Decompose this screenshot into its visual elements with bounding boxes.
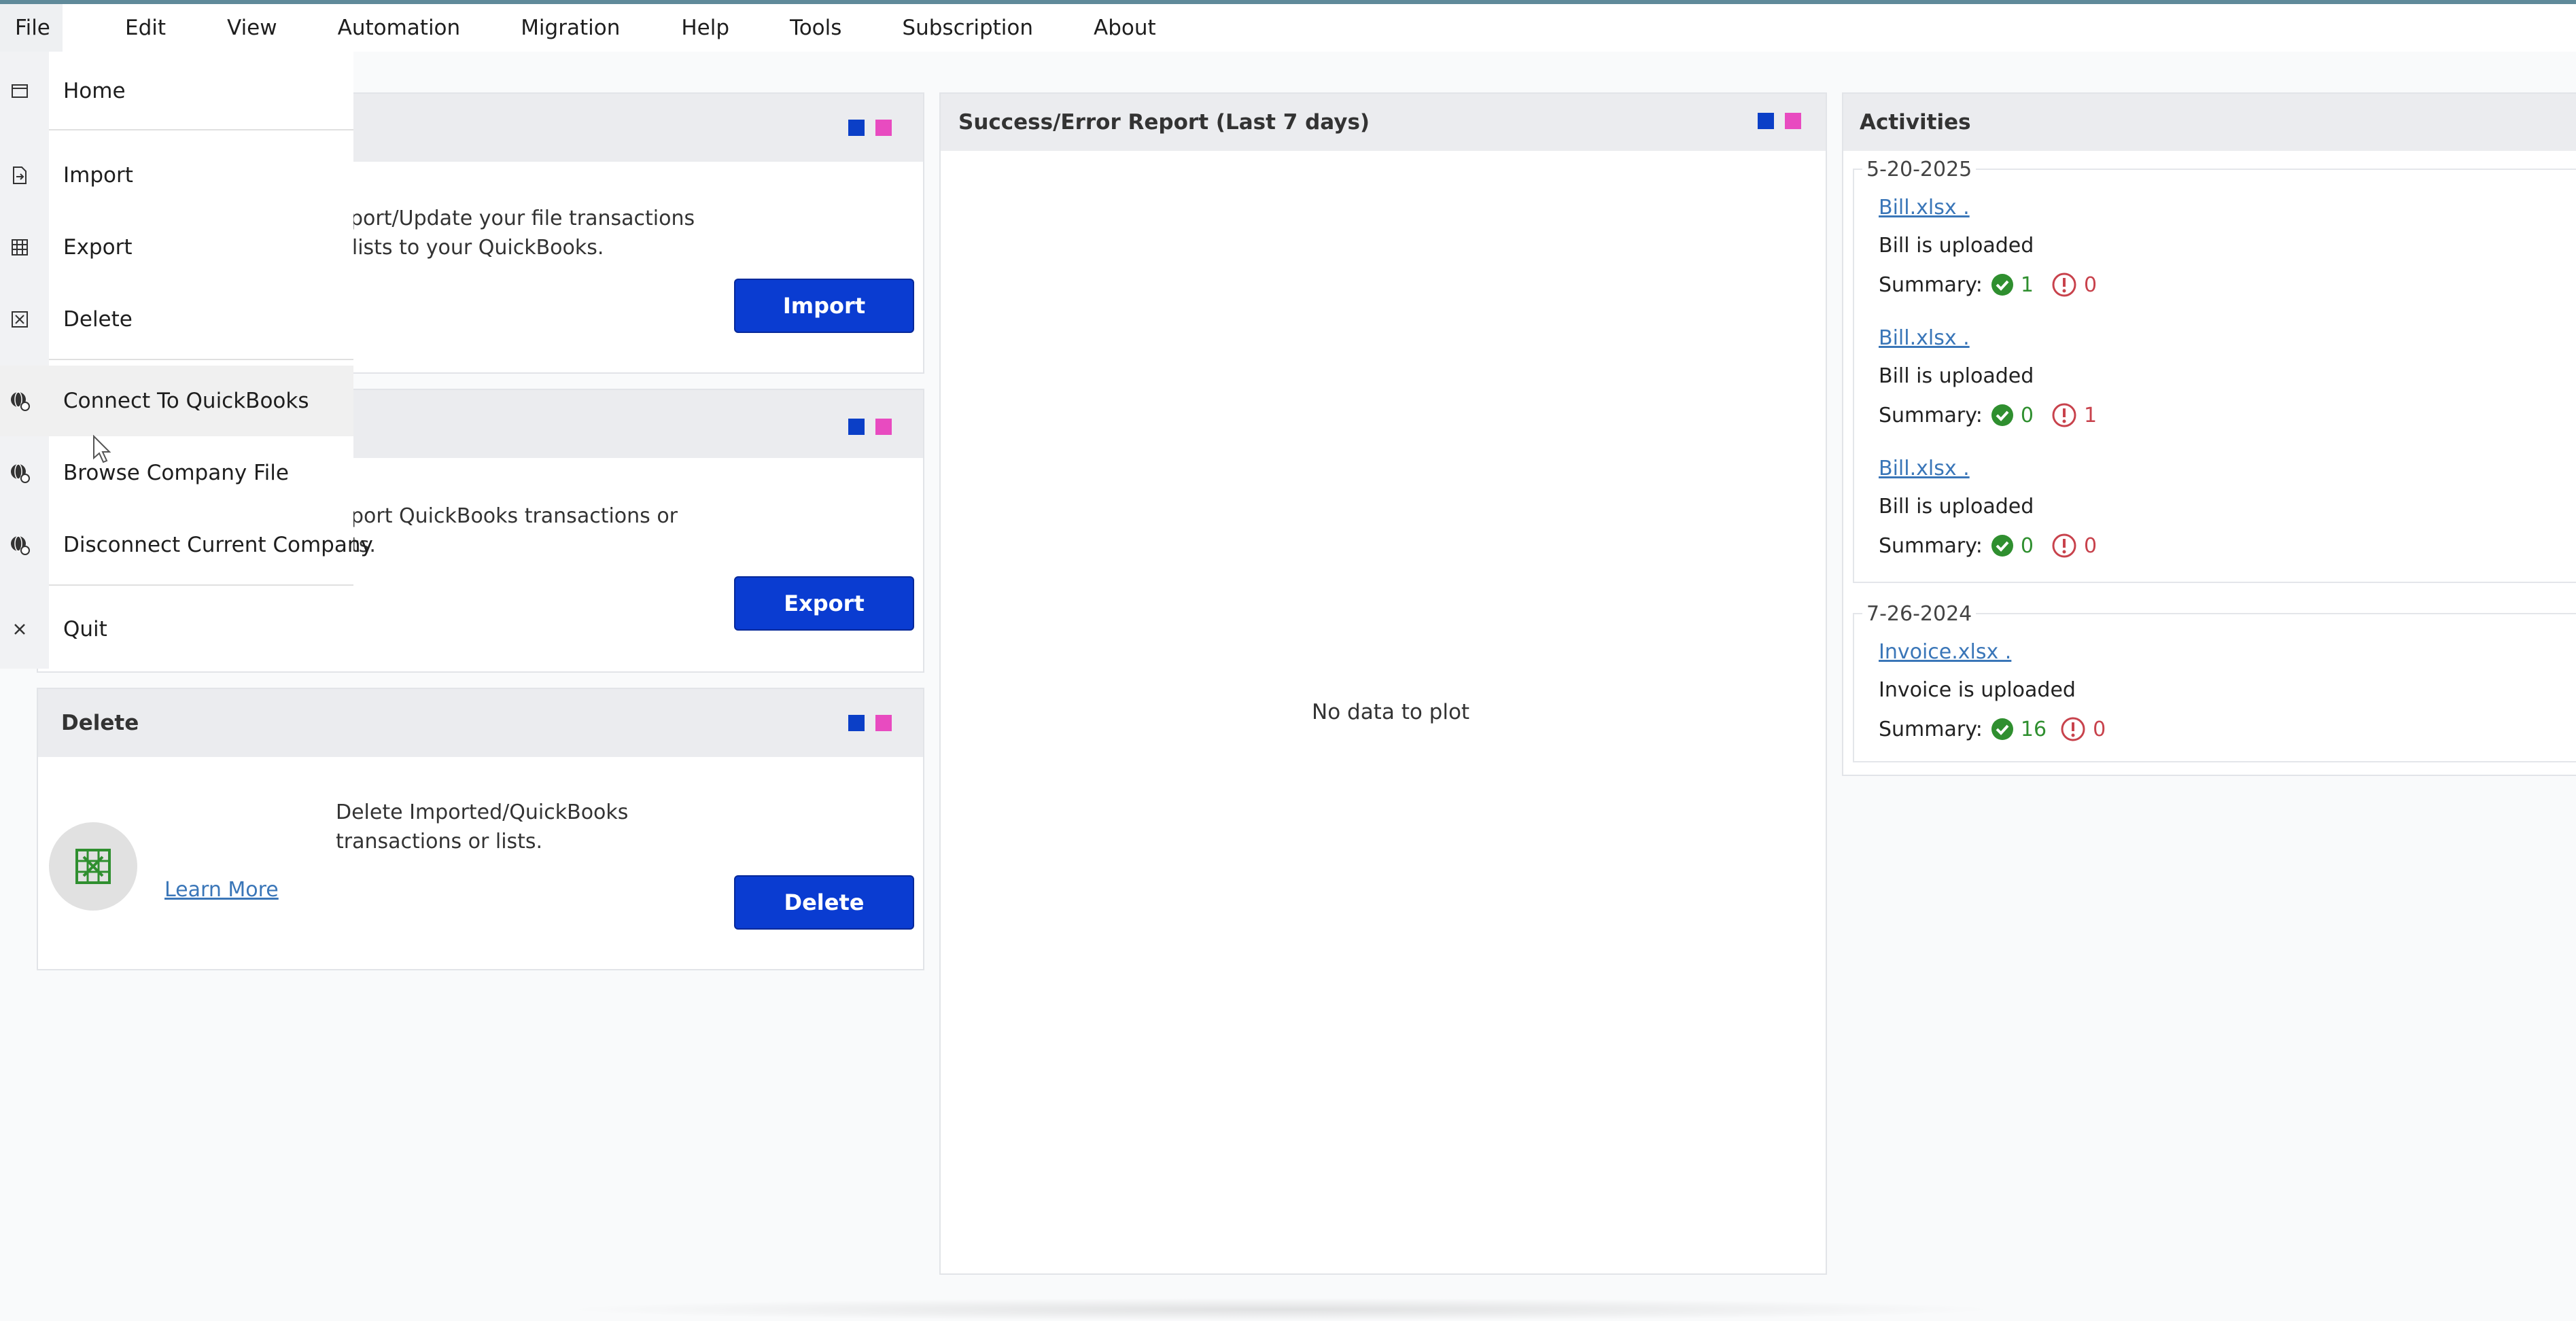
activities-title: Activities xyxy=(1860,110,1971,135)
exclamation-circle-icon xyxy=(2061,717,2085,741)
check-circle-icon xyxy=(1991,718,2013,740)
delete-illustration xyxy=(49,822,137,911)
check-circle-icon xyxy=(1991,535,2013,557)
error-count: 0 xyxy=(2060,716,2106,742)
activity-summary: Summary: 1 0 xyxy=(1879,272,2098,298)
delete-card-title: Delete xyxy=(61,711,139,735)
import-button[interactable]: Import xyxy=(734,279,914,333)
activity-date: 5-20-2025 xyxy=(1862,158,1977,181)
activity-status: Bill is uploaded xyxy=(1879,234,2034,258)
menu-file[interactable]: File xyxy=(0,4,63,52)
file-menu-home[interactable]: Home xyxy=(0,57,353,125)
file-import-icon xyxy=(10,165,30,186)
menu-automation[interactable]: Automation xyxy=(323,4,476,52)
activities-panel-header: Activities xyxy=(1843,94,2576,151)
file-menu-export-label: Export xyxy=(63,235,133,260)
indicator-blue xyxy=(848,419,865,435)
success-count: 16 xyxy=(1991,718,2047,741)
error-count: 0 xyxy=(2051,272,2097,298)
close-icon xyxy=(10,619,30,639)
globe-link-icon xyxy=(10,391,30,411)
indicator-blue xyxy=(1758,113,1774,129)
learn-more-link[interactable]: Learn More xyxy=(164,878,279,902)
no-data-text: No data to plot xyxy=(1312,700,1470,724)
activity-status: Bill is uploaded xyxy=(1879,495,2034,518)
menu-migration[interactable]: Migration xyxy=(506,4,635,52)
exclamation-circle-icon xyxy=(2052,403,2076,427)
report-panel: Success/Error Report (Last 7 days) No da… xyxy=(939,92,1827,1275)
activity-summary: Summary: 16 0 xyxy=(1879,716,2106,742)
file-menu-delete[interactable]: Delete xyxy=(0,285,353,353)
exclamation-circle-icon xyxy=(2052,533,2076,558)
file-menu-connect-label: Connect To QuickBooks xyxy=(63,389,309,413)
delete-card-header: Delete xyxy=(38,689,923,757)
menu-separator xyxy=(49,584,353,586)
activity-file-link[interactable]: Invoice.xlsx . xyxy=(1879,640,2011,664)
file-menu-delete-label: Delete xyxy=(63,307,133,332)
table-icon xyxy=(10,237,30,258)
grid-delete-icon xyxy=(75,849,111,884)
activity-file-link[interactable]: Bill.xlsx . xyxy=(1879,326,1970,350)
menu-separator xyxy=(49,359,353,360)
activity-summary: Summary: 0 0 xyxy=(1879,533,2098,559)
globe-link-icon xyxy=(10,463,30,483)
indicator-pink xyxy=(875,120,892,136)
indicator-blue xyxy=(848,715,865,731)
menu-separator xyxy=(49,129,353,130)
mouse-cursor-icon xyxy=(93,435,111,463)
file-menu-disconnect-label: Disconnect Current Company xyxy=(63,533,373,557)
success-count: 1 xyxy=(1991,273,2034,297)
file-menu-quit-label: Quit xyxy=(63,617,107,641)
activity-file-link[interactable]: Bill.xlsx . xyxy=(1879,457,1970,480)
import-description: nport/Update your file transactions r li… xyxy=(337,207,695,260)
file-menu-disconnect-company[interactable]: Disconnect Current Company xyxy=(0,511,373,579)
delete-card: Delete Learn More Delete Imported/QuickB… xyxy=(37,688,924,970)
check-circle-icon xyxy=(1991,274,2013,296)
export-description: port QuickBooks transactions or ts. xyxy=(351,504,678,557)
grid-delete-icon xyxy=(10,309,30,330)
menu-about[interactable]: About xyxy=(1079,4,1171,52)
error-count: 1 xyxy=(2051,402,2097,428)
file-menu-import[interactable]: Import xyxy=(0,141,353,209)
globe-link-icon xyxy=(10,535,30,555)
menu-bar: File Edit View Automation Migration Help… xyxy=(0,4,2576,52)
check-circle-icon xyxy=(1991,404,2013,426)
report-panel-header: Success/Error Report (Last 7 days) xyxy=(941,94,1826,151)
file-menu-import-label: Import xyxy=(63,163,133,188)
indicator-pink xyxy=(875,715,892,731)
file-menu-quit[interactable]: Quit xyxy=(0,595,353,663)
menu-view[interactable]: View xyxy=(212,4,292,52)
success-count: 0 xyxy=(1991,534,2034,558)
delete-description: Delete Imported/QuickBooks transactions … xyxy=(336,800,629,853)
file-menu-connect-quickbooks[interactable]: Connect To QuickBooks xyxy=(0,366,353,436)
file-menu-export[interactable]: Export xyxy=(0,213,353,281)
menu-tools[interactable]: Tools xyxy=(775,4,856,52)
report-title: Success/Error Report (Last 7 days) xyxy=(958,110,1370,135)
activity-date: 7-26-2024 xyxy=(1862,602,1977,626)
menu-subscription[interactable]: Subscription xyxy=(887,4,1048,52)
indicator-pink xyxy=(1785,113,1801,129)
export-button[interactable]: Export xyxy=(734,576,914,631)
file-menu-home-label: Home xyxy=(63,79,126,103)
success-count: 0 xyxy=(1991,404,2034,427)
indicator-pink xyxy=(875,419,892,435)
activity-status: Invoice is uploaded xyxy=(1879,678,2076,702)
activity-summary: Summary: 0 1 xyxy=(1879,402,2098,428)
exclamation-circle-icon xyxy=(2052,272,2076,297)
window-icon xyxy=(10,81,30,101)
error-count: 0 xyxy=(2051,533,2097,559)
activity-file-link[interactable]: Bill.xlsx . xyxy=(1879,196,1970,219)
indicator-blue xyxy=(848,120,865,136)
activity-status: Bill is uploaded xyxy=(1879,364,2034,388)
file-menu-dropdown: Home Import Export Delete Connect To Qui… xyxy=(0,52,373,669)
window-bottom-shadow xyxy=(557,1298,2005,1321)
activities-panel: Activities 5-20-2025 Bill.xlsx . Bill is… xyxy=(1842,92,2576,776)
menu-edit[interactable]: Edit xyxy=(110,4,181,52)
menu-help[interactable]: Help xyxy=(666,4,744,52)
file-menu-browse-company-file[interactable]: Browse Company File xyxy=(0,439,353,507)
delete-button[interactable]: Delete xyxy=(734,875,914,930)
